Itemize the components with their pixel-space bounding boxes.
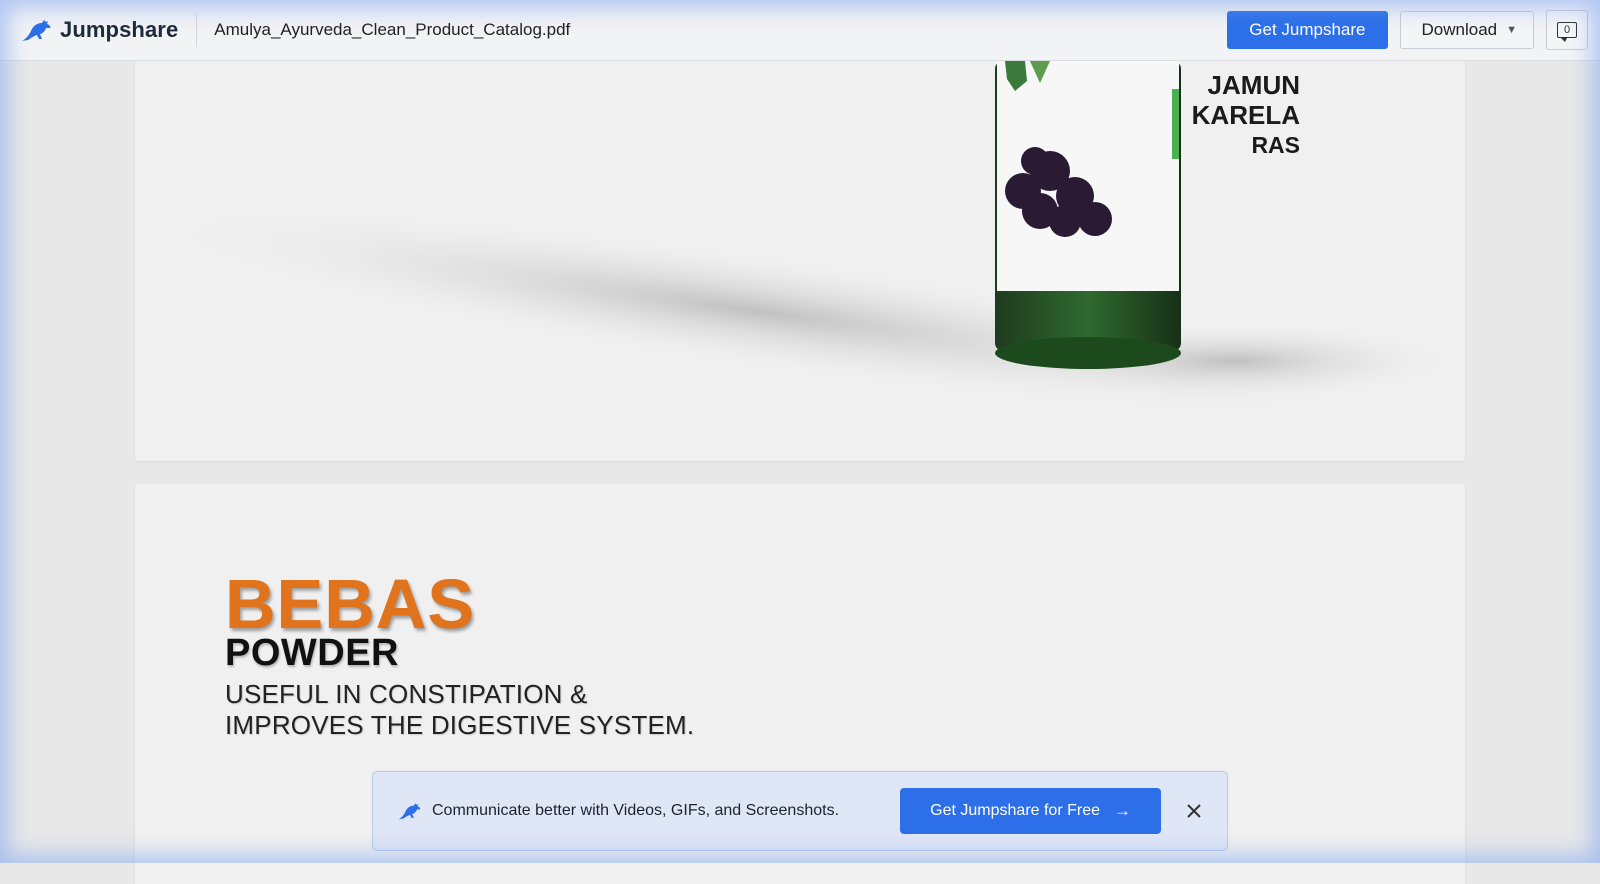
header-divider xyxy=(196,13,198,47)
get-jumpshare-button[interactable]: Get Jumpshare xyxy=(1227,11,1388,49)
description-line-1: USEFUL IN CONSTIPATION & xyxy=(225,679,588,709)
arrow-right-icon: → xyxy=(1114,801,1131,820)
top-bar: Jumpshare Amulya_Ayurveda_Clean_Product_… xyxy=(0,0,1600,61)
brand[interactable]: Jumpshare xyxy=(20,17,178,43)
bottle-label-line2: KARELA xyxy=(1191,100,1300,130)
promo-banner: Communicate better with Videos, GIFs, an… xyxy=(372,771,1228,851)
banner-text: Communicate better with Videos, GIFs, an… xyxy=(432,802,840,819)
pdf-page-1: JAMUN KARELA RAS xyxy=(135,61,1465,461)
brand-name: Jumpshare xyxy=(60,17,179,42)
chevron-down-icon: ▼ xyxy=(1506,24,1517,36)
bottle-label-line1: JAMUN xyxy=(1207,70,1300,100)
comment-bubble-icon: 0 xyxy=(1557,22,1577,42)
download-button[interactable]: Download ▼ xyxy=(1399,11,1534,49)
kangaroo-logo-icon xyxy=(22,20,51,41)
description-line-2: IMPROVES THE DIGESTIVE SYSTEM. xyxy=(225,710,695,740)
bottle-label-line3: RAS xyxy=(1251,132,1300,158)
comments-button[interactable]: 0 xyxy=(1546,10,1588,50)
file-name: Amulya_Ayurveda_Clean_Product_Catalog.pd… xyxy=(214,20,571,39)
download-label: Download xyxy=(1421,20,1498,39)
product-type: POWDER xyxy=(225,632,399,674)
get-jumpshare-free-button[interactable]: Get Jumpshare for Free → xyxy=(900,788,1161,834)
kangaroo-logo-icon xyxy=(398,803,421,820)
close-icon[interactable] xyxy=(1183,800,1205,822)
product-description: USEFUL IN CONSTIPATION & IMPROVES THE DI… xyxy=(225,679,694,741)
banner-cta-label: Get Jumpshare for Free xyxy=(930,802,1100,819)
